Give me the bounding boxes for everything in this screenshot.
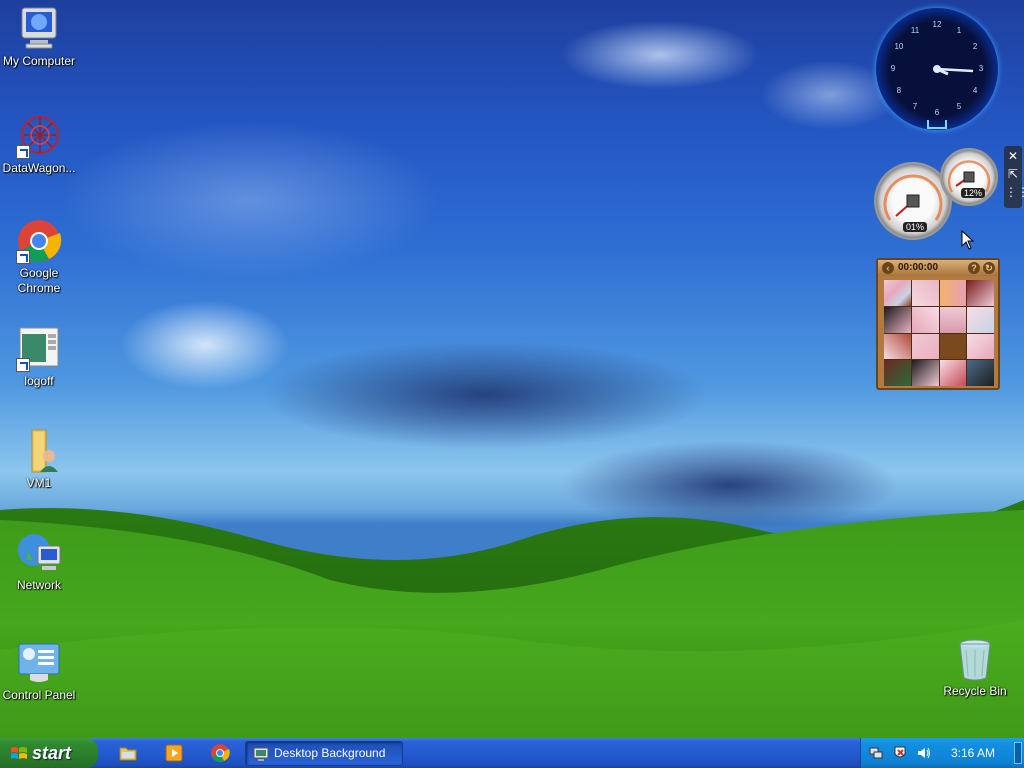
- puzzle-help-icon[interactable]: ?: [968, 262, 980, 274]
- desktop-icon-label: logoff: [24, 374, 54, 388]
- clock-hands: [927, 65, 974, 129]
- close-gadget-button[interactable]: ✕: [1005, 148, 1021, 164]
- puzzle-empty-slot: [939, 333, 967, 360]
- taskbar-button-desktop-background[interactable]: Desktop Background: [245, 741, 403, 766]
- shortcut-arrow-icon: [16, 358, 30, 372]
- network-tray-icon[interactable]: [869, 746, 883, 760]
- user-folder-icon: [16, 428, 62, 474]
- display-properties-icon: [253, 747, 269, 761]
- shortcut-arrow-icon: [16, 145, 30, 159]
- media-player-quicklaunch-icon[interactable]: [164, 743, 184, 763]
- cloud: [260, 340, 710, 450]
- recycle-bin-icon: [952, 636, 998, 682]
- desktop-icon-network[interactable]: Network: [0, 530, 78, 593]
- puzzle-tile[interactable]: [939, 280, 967, 306]
- desktop-icon-datawagon[interactable]: DataWagon...: [0, 113, 78, 176]
- puzzle-shuffle-icon[interactable]: ↻: [983, 262, 995, 274]
- cpu-meter-gadget[interactable]: 01% 12%: [874, 148, 1004, 244]
- puzzle-back-icon[interactable]: ‹: [882, 262, 894, 274]
- green-hills: [0, 500, 1024, 738]
- picture-puzzle-gadget[interactable]: 00:00:00 ‹ ? ↻: [876, 258, 1000, 390]
- cpu-usage-value: 01%: [903, 222, 928, 232]
- puzzle-tile[interactable]: [884, 360, 911, 386]
- puzzle-tile[interactable]: [967, 280, 994, 306]
- start-button[interactable]: start: [0, 738, 98, 768]
- control-panel-icon: [16, 640, 62, 686]
- desktop-icon-my-computer[interactable]: My Computer: [0, 6, 78, 69]
- puzzle-tile[interactable]: [884, 333, 911, 360]
- desktop-icon-label: My Computer: [2, 54, 76, 68]
- puzzle-tile[interactable]: [967, 360, 994, 386]
- shortcut-arrow-icon: [16, 250, 30, 264]
- desktop-icon-google-chrome[interactable]: Google Chrome: [0, 218, 78, 296]
- show-desktop-strip[interactable]: [1014, 742, 1022, 764]
- desktop-icon-recycle-bin[interactable]: Recycle Bin: [936, 636, 1014, 699]
- memory-usage-value: 12%: [961, 188, 986, 198]
- chrome-quicklaunch-icon[interactable]: [210, 743, 230, 763]
- drag-gadget-handle[interactable]: ⋮⋮: [1005, 184, 1024, 200]
- desktop-icon-label: Network: [16, 578, 61, 592]
- system-tray: 3:16 AM: [860, 738, 1024, 768]
- datawagon-icon: [16, 113, 62, 159]
- desktop-icon-label: DataWagon...: [2, 161, 76, 175]
- cloud: [60, 120, 440, 280]
- clock-gadget[interactable]: 12 1 2 3 4 5 6 7 8 9 10 11: [876, 8, 998, 130]
- cloud: [120, 300, 290, 390]
- desktop-icon-logoff[interactable]: logoff: [0, 326, 78, 389]
- desktop-icon-label: Google Chrome: [17, 266, 61, 295]
- taskbar-clock[interactable]: 3:16 AM: [951, 738, 995, 768]
- puzzle-tile[interactable]: [884, 306, 911, 333]
- puzzle-tile[interactable]: [967, 333, 994, 360]
- my-computer-icon: [16, 6, 62, 52]
- puzzle-tile[interactable]: [911, 280, 939, 306]
- taskbar: start Desktop Background 3:16 AM: [0, 738, 1024, 768]
- start-label: start: [32, 743, 72, 763]
- puzzle-timer: 00:00:00: [898, 262, 939, 273]
- cloud: [560, 20, 760, 90]
- puzzle-tile[interactable]: [911, 360, 939, 386]
- puzzle-header: 00:00:00 ‹ ? ↻: [878, 260, 998, 276]
- desktop-icon-label: VM1: [26, 476, 52, 490]
- chrome-icon: [16, 218, 62, 264]
- network-icon: [16, 530, 62, 576]
- puzzle-grid[interactable]: [884, 280, 994, 386]
- volume-tray-icon[interactable]: [917, 746, 931, 760]
- puzzle-tile[interactable]: [911, 306, 939, 333]
- puzzle-tile[interactable]: [967, 306, 994, 333]
- puzzle-tile[interactable]: [911, 333, 939, 360]
- explorer-quicklaunch-icon[interactable]: [118, 743, 138, 763]
- puzzle-tile[interactable]: [884, 280, 911, 306]
- desktop-icon-label: Control Panel: [2, 688, 76, 702]
- desktop-icon-control-panel[interactable]: Control Panel: [0, 640, 78, 703]
- gadget-options-button[interactable]: ⇱: [1005, 166, 1021, 182]
- puzzle-tile[interactable]: [939, 306, 967, 333]
- puzzle-tile[interactable]: [939, 360, 967, 386]
- taskbar-button-label: Desktop Background: [274, 746, 386, 760]
- memory-gauge: 12%: [940, 148, 998, 206]
- windows-flag-icon: [11, 747, 27, 759]
- desktop-icon-label: Recycle Bin: [943, 684, 1007, 698]
- desktop-background[interactable]: My Computer DataWagon... Google Chrome l…: [0, 0, 1024, 738]
- mouse-cursor-icon: [961, 230, 975, 250]
- security-alert-tray-icon[interactable]: [893, 746, 907, 760]
- desktop-icon-vm1[interactable]: VM1: [0, 428, 78, 491]
- gadget-toolbar: ✕ ⇱ ⋮⋮: [1004, 146, 1024, 208]
- logoff-icon: [16, 326, 62, 372]
